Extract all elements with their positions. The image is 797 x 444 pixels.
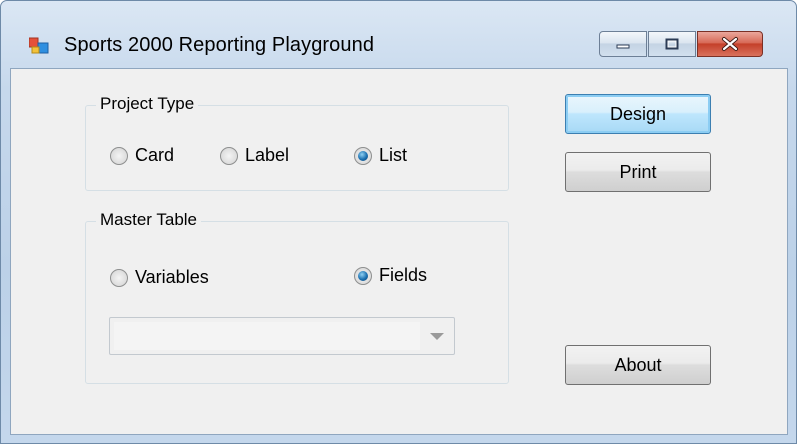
radio-selected-dot — [358, 270, 368, 281]
radio-label-label: Label — [245, 145, 290, 165]
print-button[interactable]: Print — [565, 152, 711, 192]
window-title: Sports 2000 Reporting Playground — [64, 34, 375, 56]
project-type-label: Project Type — [96, 94, 199, 114]
maximize-icon — [665, 38, 679, 50]
close-icon — [722, 37, 738, 51]
radio-fields[interactable]: Fields — [354, 265, 427, 286]
radio-label[interactable]: Label — [220, 145, 289, 166]
master-table-group: Master Table — [85, 210, 509, 384]
title-bar[interactable]: Sports 2000 Reporting Playground — [1, 1, 796, 57]
main-window: Sports 2000 Reporting Playground Project… — [0, 0, 797, 444]
about-button[interactable]: About — [565, 345, 711, 385]
maximize-button[interactable] — [648, 31, 696, 57]
radio-fields-circle[interactable] — [354, 266, 372, 285]
radio-fields-label: Fields — [379, 265, 428, 285]
design-button[interactable]: Design — [565, 94, 711, 134]
radio-variables[interactable]: Variables — [110, 267, 209, 288]
app-icon — [29, 37, 49, 54]
radio-variables-label: Variables — [135, 267, 209, 287]
radio-label-circle[interactable] — [220, 146, 238, 165]
minimize-button[interactable] — [599, 31, 647, 57]
radio-list-circle[interactable] — [354, 146, 372, 165]
radio-list-label: List — [379, 145, 408, 165]
close-button[interactable] — [697, 31, 763, 57]
chevron-down-icon[interactable] — [430, 333, 444, 340]
radio-list[interactable]: List — [354, 145, 407, 166]
combobox-value — [114, 322, 420, 350]
radio-card-circle[interactable] — [110, 146, 128, 165]
master-table-label: Master Table — [96, 210, 202, 230]
radio-card[interactable]: Card — [110, 145, 174, 166]
radio-variables-circle[interactable] — [110, 268, 128, 287]
radio-card-label: Card — [135, 145, 175, 165]
master-table-combobox[interactable] — [109, 317, 455, 355]
minimize-icon — [616, 44, 630, 49]
radio-selected-dot — [358, 150, 368, 161]
